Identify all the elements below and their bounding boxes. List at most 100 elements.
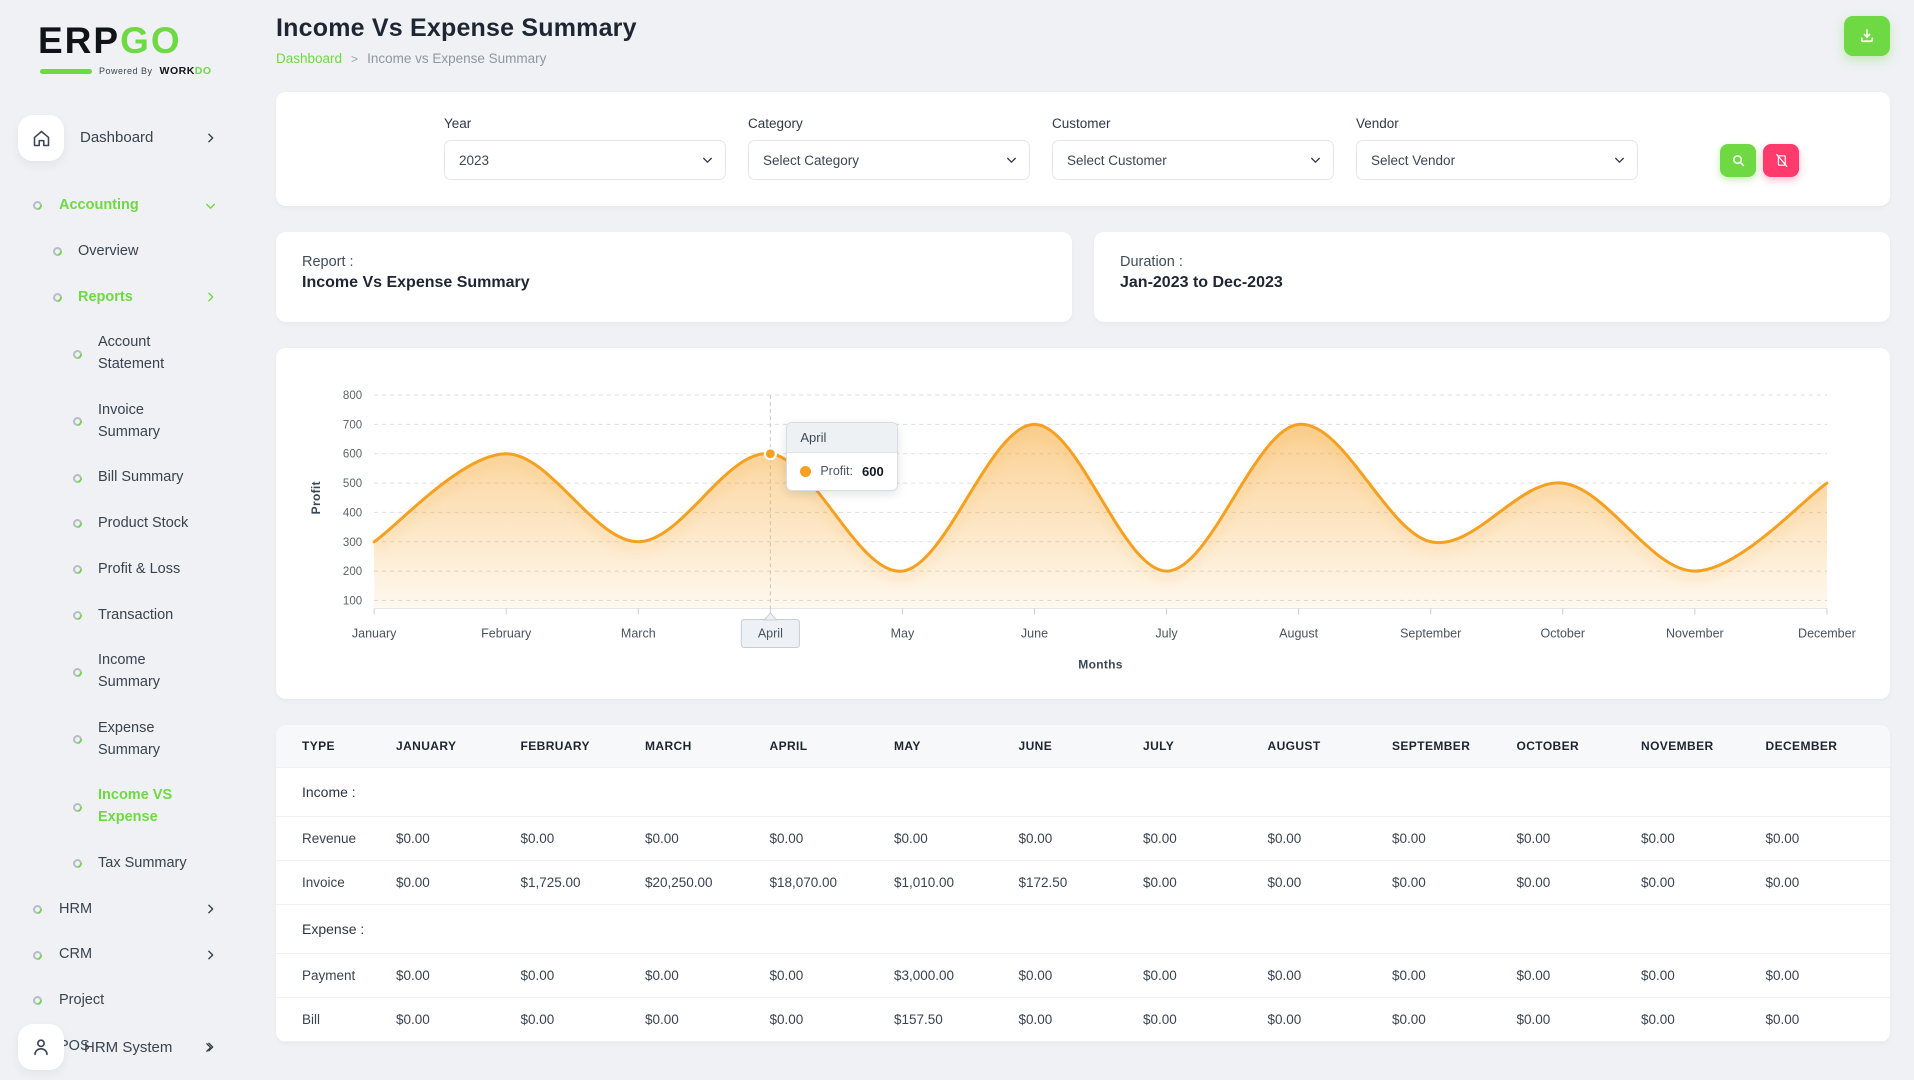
svg-text:June: June <box>1021 627 1048 641</box>
amount-cell: $0.00 <box>769 997 894 1042</box>
sidebar-item-transaction[interactable]: Transaction <box>0 593 243 639</box>
breadcrumb-current: Income vs Expense Summary <box>367 51 547 66</box>
amount-cell: $0.00 <box>1018 997 1143 1042</box>
page-header: Income Vs Expense Summary Dashboard > In… <box>276 14 1890 66</box>
series-marker-icon <box>800 465 812 477</box>
report-card: Report : Income Vs Expense Summary <box>276 232 1072 322</box>
sidebar-item-label: Accounting <box>59 197 139 213</box>
sidebar-item-account-statement[interactable]: Account Statement <box>0 320 243 388</box>
customer-label: Customer <box>1052 116 1111 131</box>
svg-text:500: 500 <box>343 478 362 490</box>
sidebar-item-label: Bill Summary <box>98 469 184 486</box>
year-label: Year <box>444 116 472 131</box>
table-row-invoice: Invoice $0.00 $1,725.00 $20,250.00 $18,070.0… <box>276 860 1890 905</box>
customer-select[interactable]: Select Customer <box>1052 140 1334 180</box>
page-header-left: Income Vs Expense Summary Dashboard > In… <box>276 14 637 66</box>
summary-cards: Report : Income Vs Expense Summary Durat… <box>276 232 1890 322</box>
tooltip-body: Profit: 600 <box>787 452 897 490</box>
vendor-select[interactable]: Select Vendor <box>1356 140 1638 180</box>
svg-text:February: February <box>481 627 532 641</box>
category-field: Category Select Category <box>748 116 1030 180</box>
sidebar-item-expense-summary[interactable]: Expense Summary <box>0 706 243 774</box>
sidebar-item-label: Transaction <box>98 606 174 623</box>
sidebar-item-product-stock[interactable]: Product Stock <box>0 501 243 547</box>
main-content: Income Vs Expense Summary Dashboard > In… <box>243 0 1914 1080</box>
column-header-march: MARCH <box>645 724 770 768</box>
amount-cell: $0.00 <box>1765 816 1890 861</box>
sidebar-item-hrm[interactable]: HRM <box>0 887 243 933</box>
svg-text:Profit: Profit <box>309 481 323 514</box>
amount-cell: $0.00 <box>645 997 770 1042</box>
sidebar-item-tax-summary[interactable]: Tax Summary <box>0 841 243 887</box>
year-select[interactable]: 2023 <box>444 140 726 180</box>
amount-cell: $0.00 <box>1516 997 1641 1042</box>
category-select[interactable]: Select Category <box>748 140 1030 180</box>
home-icon <box>18 115 64 161</box>
amount-cell: $0.00 <box>645 816 770 861</box>
sidebar-item-dashboard[interactable]: Dashboard <box>0 103 243 173</box>
row-type: Payment <box>276 953 396 998</box>
svg-text:November: November <box>1666 627 1724 641</box>
breadcrumb-separator: > <box>351 51 359 66</box>
apply-filter-button[interactable] <box>1720 144 1756 177</box>
amount-cell: $0.00 <box>1267 953 1392 998</box>
chevron-right-icon <box>202 1041 215 1054</box>
sidebar-item-income-vs-expense[interactable]: Income VS Expense <box>0 773 243 841</box>
column-header-april: APRIL <box>769 724 894 768</box>
sidebar-item-label: Income Summary <box>98 652 161 690</box>
sidebar-item-project[interactable]: Project <box>0 978 243 1024</box>
bullet-ring-icon <box>71 517 84 531</box>
amount-cell: $0.00 <box>1516 860 1641 905</box>
sidebar-item-hrm-system[interactable]: HRM System <box>18 1024 223 1070</box>
chevron-right-icon <box>204 291 217 304</box>
tooltip-series-label: Profit: <box>820 464 853 479</box>
sidebar-item-bill-summary[interactable]: Bill Summary <box>0 455 243 501</box>
svg-text:March: March <box>621 627 656 641</box>
report-label: Report : <box>302 254 354 270</box>
sidebar-item-accounting[interactable]: Accounting <box>0 183 243 229</box>
amount-cell: $20,250.00 <box>645 860 770 905</box>
logo-erp: ERP <box>38 20 121 61</box>
section-title: Expense : <box>276 904 1890 954</box>
sidebar-item-profit-loss[interactable]: Profit & Loss <box>0 547 243 593</box>
breadcrumb: Dashboard > Income vs Expense Summary <box>276 51 637 66</box>
sidebar-item-income-summary[interactable]: Income Summary <box>0 638 243 706</box>
sidebar-nav: Dashboard Accounting Overview Reports Accoun… <box>0 103 243 1070</box>
bullet-ring-icon <box>31 199 44 213</box>
column-header-june: JUNE <box>1018 724 1143 768</box>
section-row-income: Income : <box>276 767 1890 817</box>
logo-underline <box>40 68 92 74</box>
profit-chart[interactable]: 800 700 600 500 400 300 200 100 January February M… <box>304 370 1862 691</box>
breadcrumb-dashboard-link[interactable]: Dashboard <box>276 51 342 66</box>
sidebar-item-reports[interactable]: Reports <box>0 275 243 321</box>
sidebar-item-label: Profit & Loss <box>98 560 181 577</box>
bullet-ring-icon <box>71 800 84 814</box>
user-icon <box>18 1024 64 1070</box>
download-button[interactable] <box>1844 16 1890 56</box>
amount-cell: $1,725.00 <box>520 860 645 905</box>
logo-go: GO <box>120 20 182 61</box>
chevron-right-icon <box>204 132 217 145</box>
amount-cell: $0.00 <box>396 997 521 1042</box>
sidebar-item-overview[interactable]: Overview <box>0 229 243 275</box>
sidebar-item-label: HRM <box>59 900 93 917</box>
bullet-ring-icon <box>71 415 84 428</box>
amount-cell: $0.00 <box>1392 860 1517 905</box>
svg-text:800: 800 <box>343 390 362 402</box>
amount-cell: $0.00 <box>1143 860 1268 905</box>
filter-actions <box>1720 144 1799 180</box>
chevron-right-icon <box>204 949 217 962</box>
amount-cell: $0.00 <box>769 953 894 998</box>
app-logo[interactable]: ERPGO Powered By WORKDO <box>0 14 243 77</box>
sidebar-item-crm[interactable]: CRM <box>0 932 243 978</box>
year-field: Year 2023 <box>444 116 726 180</box>
amount-cell: $0.00 <box>1641 953 1766 998</box>
reset-filter-button[interactable] <box>1763 144 1799 177</box>
sidebar-item-label: Tax Summary <box>98 854 187 871</box>
sidebar-item-invoice-summary[interactable]: Invoice Summary <box>0 388 243 456</box>
column-header-july: JULY <box>1143 724 1268 768</box>
amount-cell: $0.00 <box>520 953 645 998</box>
logo-powered-by: Powered By WORKDO <box>38 65 243 77</box>
chart-card: 800 700 600 500 400 300 200 100 January February M… <box>276 348 1890 699</box>
profit-chart-svg: 800 700 600 500 400 300 200 100 January February M… <box>309 390 1856 672</box>
